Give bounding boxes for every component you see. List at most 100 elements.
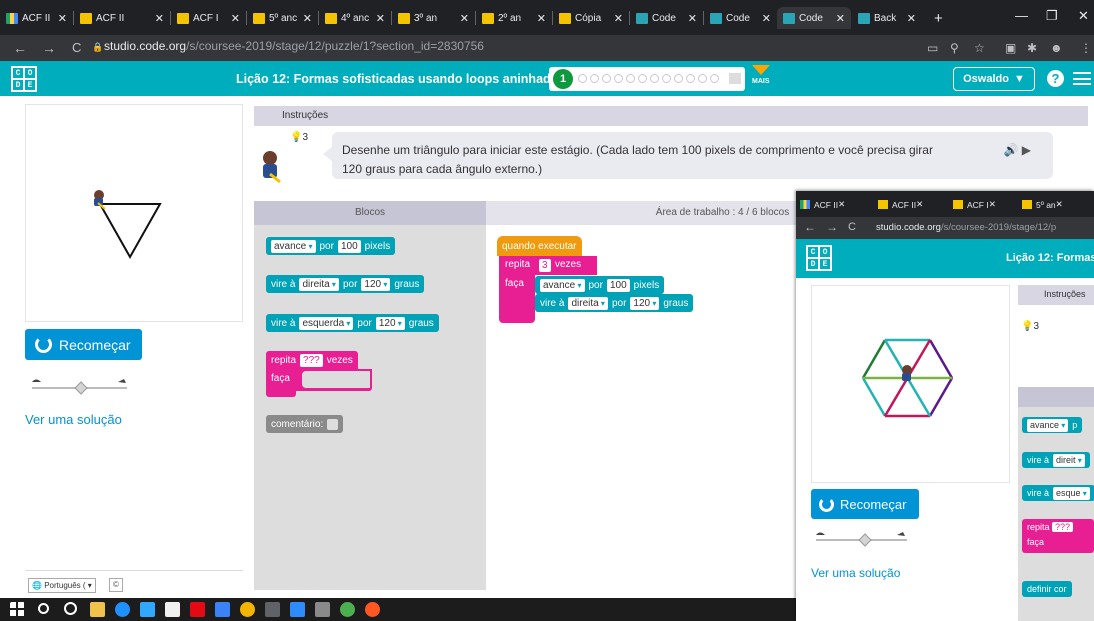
- forward-dropdown[interactable]: avance: [271, 239, 316, 253]
- turn-right-block[interactable]: vire à direit: [1022, 452, 1090, 468]
- direction-dropdown[interactable]: direita: [568, 296, 608, 310]
- level-dot[interactable]: [662, 74, 671, 83]
- url-field[interactable]: studio.code.org/s/coursee-2019/stage/12/…: [104, 39, 484, 53]
- repeat-count-input[interactable]: 3: [539, 259, 551, 272]
- speed-slider[interactable]: [814, 529, 909, 547]
- browser-tab-active[interactable]: Code ✕: [777, 7, 851, 29]
- browser-tab[interactable]: 5º an ✕: [1018, 195, 1063, 214]
- close-tab-icon[interactable]: ✕: [537, 12, 546, 25]
- profile-icon[interactable]: ☻: [1050, 41, 1063, 55]
- tab-search-icon[interactable]: ▭: [927, 41, 938, 55]
- file-explorer-icon[interactable]: [90, 602, 105, 617]
- turn-right-block[interactable]: vire à direita por 120 graus: [266, 275, 425, 293]
- instructions-tab[interactable]: Instruções: [254, 106, 1088, 126]
- reset-button[interactable]: Recomeçar: [25, 329, 142, 360]
- close-tab-icon[interactable]: ✕: [836, 12, 845, 25]
- edge-icon[interactable]: [115, 602, 130, 617]
- reset-button[interactable]: Recomeçar: [811, 489, 919, 519]
- more-levels-button[interactable]: MAIS: [752, 65, 772, 93]
- hint-lightbulb-icon[interactable]: 💡3: [290, 132, 308, 143]
- puzzle-icon[interactable]: ✱: [1027, 41, 1037, 55]
- close-tab-icon[interactable]: ✕: [688, 12, 697, 25]
- audio-play-icon[interactable]: 🔊 ▶: [1003, 141, 1031, 160]
- browser-tab[interactable]: 2º an ✕: [476, 7, 552, 29]
- lesson-title[interactable]: Lição 12: Formas sofisticadas usando loo…: [236, 72, 565, 86]
- extension-icon[interactable]: ▣: [1005, 41, 1016, 55]
- comment-input[interactable]: [327, 418, 339, 430]
- copyright-button[interactable]: ©: [109, 578, 123, 592]
- zoom-icon[interactable]: ⚲: [950, 41, 959, 55]
- search-icon[interactable]: [38, 603, 49, 614]
- close-tab-icon[interactable]: ✕: [303, 12, 312, 25]
- finish-flag-icon[interactable]: [729, 73, 741, 84]
- close-tab-icon[interactable]: ✕: [907, 12, 916, 25]
- browser-tab[interactable]: 3º an ✕: [392, 7, 475, 29]
- forward-icon[interactable]: →: [826, 220, 838, 234]
- direction-dropdown[interactable]: esque: [1053, 486, 1090, 500]
- level-dot[interactable]: [614, 74, 623, 83]
- distance-input[interactable]: 100: [606, 278, 630, 292]
- turn-left-block[interactable]: vire à esquerda por 120 graus: [266, 314, 439, 332]
- browser-tab[interactable]: ACF II ✕: [874, 195, 923, 214]
- angle-dropdown[interactable]: 120: [375, 316, 405, 330]
- angle-dropdown[interactable]: 120: [361, 277, 391, 291]
- browser-tab[interactable]: ACF I ✕: [171, 7, 246, 29]
- netflix-icon[interactable]: [190, 602, 205, 617]
- close-tab-icon[interactable]: ✕: [231, 12, 240, 25]
- close-tab-icon[interactable]: ✕: [155, 12, 164, 25]
- direction-dropdown[interactable]: esquerda: [299, 316, 354, 330]
- level-dot[interactable]: [590, 74, 599, 83]
- star-icon[interactable]: ☆: [974, 41, 985, 55]
- zoom-app-icon[interactable]: [290, 602, 305, 617]
- direction-dropdown[interactable]: direita: [299, 277, 339, 291]
- forward-dropdown[interactable]: avance: [540, 278, 585, 292]
- level-dot[interactable]: [686, 74, 695, 83]
- close-tab-icon[interactable]: ✕: [376, 12, 385, 25]
- speed-slider[interactable]: [30, 376, 130, 396]
- browser-tab[interactable]: Back ✕: [852, 7, 922, 29]
- maximize-icon[interactable]: ❐: [1046, 8, 1058, 24]
- minimize-icon[interactable]: —: [1015, 8, 1028, 23]
- cortana-icon[interactable]: [64, 602, 77, 615]
- program-forward-block[interactable]: avance por 100 pixels: [535, 276, 665, 294]
- close-tab-icon[interactable]: ✕: [58, 12, 67, 25]
- instructions-tab[interactable]: Instruções: [1018, 285, 1094, 305]
- more-menu-icon[interactable]: ⋮: [1080, 41, 1092, 55]
- new-tab-button[interactable]: +: [928, 7, 950, 29]
- repeat-slot[interactable]: [302, 371, 370, 388]
- close-tab-icon[interactable]: ✕: [460, 12, 469, 25]
- windows-start-icon[interactable]: [10, 602, 25, 617]
- program-turn-block[interactable]: vire à direita por 120 graus: [535, 294, 694, 312]
- turn-left-block[interactable]: vire à esque: [1022, 485, 1094, 501]
- browser-tab[interactable]: 5º anc ✕: [247, 7, 318, 29]
- calculator-icon[interactable]: [265, 602, 280, 617]
- reload-icon[interactable]: C: [848, 221, 856, 233]
- app-icon[interactable]: [315, 602, 330, 617]
- current-level-bubble[interactable]: 1: [553, 69, 573, 89]
- browser-tab[interactable]: ACF II ✕: [796, 195, 845, 214]
- forward-block[interactable]: avancep: [1022, 417, 1083, 433]
- language-select[interactable]: 🌐 Português ( ▾: [28, 578, 96, 593]
- help-icon[interactable]: ?: [1047, 70, 1064, 87]
- reload-icon[interactable]: C: [72, 40, 81, 55]
- close-tab-icon[interactable]: ✕: [762, 12, 771, 25]
- lesson-title[interactable]: Lição 12: Formas: [1006, 252, 1094, 264]
- browser-tab[interactable]: ACF II ✕: [74, 7, 170, 29]
- browser-tab[interactable]: Cópia ✕: [553, 7, 629, 29]
- repeat-count-input[interactable]: ???: [1052, 522, 1074, 532]
- browser-tab[interactable]: Code ✕: [704, 7, 777, 29]
- level-dot[interactable]: [578, 74, 587, 83]
- app-icon[interactable]: [365, 602, 380, 617]
- hamburger-menu-icon[interactable]: [1073, 72, 1091, 85]
- browser-tab[interactable]: ACF I ✕: [949, 195, 996, 214]
- hint-lightbulb-icon[interactable]: 💡3: [1021, 321, 1039, 332]
- close-window-icon[interactable]: ✕: [1078, 8, 1089, 24]
- code-org-logo[interactable]: C O D E: [806, 245, 832, 271]
- level-dot[interactable]: [710, 74, 719, 83]
- store-icon[interactable]: [165, 602, 180, 617]
- level-dot[interactable]: [674, 74, 683, 83]
- level-dot[interactable]: [650, 74, 659, 83]
- browser-tab[interactable]: ACF II ✕: [0, 7, 73, 29]
- forward-icon[interactable]: →: [42, 40, 56, 56]
- level-dot[interactable]: [698, 74, 707, 83]
